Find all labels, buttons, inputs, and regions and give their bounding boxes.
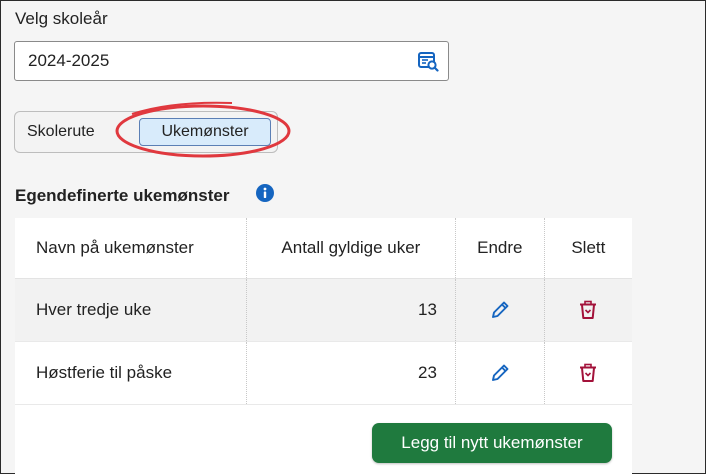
edit-pencil-icon[interactable] [487, 297, 513, 323]
table-header-row: Navn på ukemønster Antall gyldige uker E… [15, 218, 632, 279]
row-weeks: 23 [246, 341, 456, 405]
toggle-option-skolerute[interactable]: Skolerute [27, 112, 95, 152]
row-weeks: 13 [246, 278, 456, 342]
column-header-weeks: Antall gyldige uker [246, 218, 456, 279]
edit-pencil-icon[interactable] [487, 360, 513, 386]
info-icon[interactable] [256, 184, 274, 202]
column-header-delete: Slett [544, 218, 632, 279]
row-name: Høstferie til påske [15, 341, 247, 405]
view-toggle: Skolerute Ukemønster [14, 111, 278, 153]
year-selector-label: Velg skoleår [15, 9, 108, 28]
section-title: Egendefinerte ukemønster [15, 186, 230, 205]
column-header-edit: Endre [455, 218, 545, 279]
table-row: Høstferie til påske 23 [15, 341, 632, 405]
delete-trash-icon[interactable] [575, 297, 601, 323]
patterns-table: Navn på ukemønster Antall gyldige uker E… [15, 218, 632, 405]
add-pattern-button[interactable]: Legg til nytt ukemønster [372, 423, 612, 463]
table-row: Hver tredje uke 13 [15, 278, 632, 342]
delete-trash-icon[interactable] [575, 360, 601, 386]
year-selector-value: 2024-2025 [28, 51, 110, 70]
column-header-name: Navn på ukemønster [15, 218, 247, 279]
year-selector-field[interactable]: 2024-2025 [14, 41, 449, 81]
row-name: Hver tredje uke [15, 278, 247, 342]
toggle-option-ukemonster[interactable]: Ukemønster [139, 118, 271, 146]
calendar-search-icon[interactable] [416, 49, 440, 73]
